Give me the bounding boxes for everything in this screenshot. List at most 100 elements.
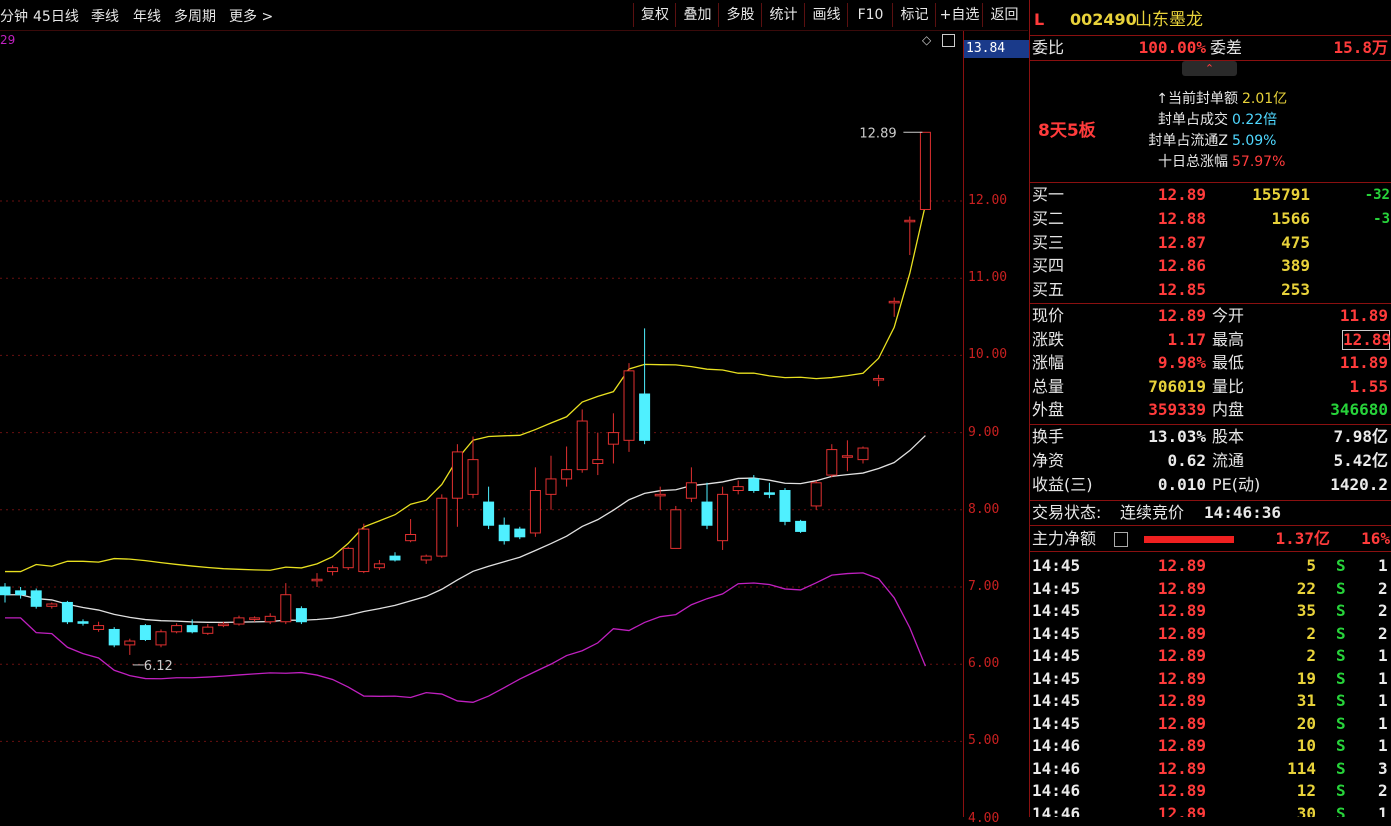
- candle-body: [436, 497, 448, 557]
- draw-line-button[interactable]: 画线: [804, 3, 848, 27]
- bid-price: 12.86: [1157, 256, 1206, 276]
- bid-volume: 389: [1281, 256, 1310, 276]
- candle-body: [405, 534, 417, 542]
- back-button[interactable]: 返回: [982, 3, 1026, 27]
- tab-minute[interactable]: 分钟: [0, 6, 28, 26]
- tick-row: 14:45 12.89 35 S 2: [1030, 600, 1391, 623]
- tick-volume: 114: [1287, 758, 1316, 778]
- chart-toolbar: 分钟 45日线 季线 年线 多周期 更多 > 复权 叠加 多股 统计 画线 F1…: [0, 0, 1028, 31]
- stat-label: 最高: [1212, 329, 1245, 349]
- stock-code: 002490: [1070, 10, 1137, 29]
- candle-body: [639, 393, 651, 441]
- bid-row[interactable]: 买二 12.88 1566 -3: [1030, 208, 1391, 230]
- tick-volume: 22: [1296, 578, 1316, 598]
- tick-price: 12.89: [1157, 713, 1206, 733]
- tick-count: 3: [1378, 758, 1388, 778]
- mark-button[interactable]: 标记: [892, 3, 936, 27]
- price-axis: 13.84 12.00 11.00 10.00 9.00 8.00 7.00 6.00 5.0…: [963, 31, 1030, 826]
- add-watchlist-button[interactable]: +自选: [935, 3, 983, 27]
- seal-label: 十日总涨幅: [1158, 154, 1228, 170]
- candle-body: [358, 528, 370, 573]
- candle-body: [685, 482, 697, 499]
- tick-row: 14:46 12.89 114 S 3: [1030, 758, 1391, 781]
- tick-side: S: [1336, 803, 1346, 818]
- low-annotation: 6.12: [144, 659, 173, 674]
- candle-body: [420, 555, 432, 561]
- seal-label: 封单占成交: [1158, 112, 1228, 128]
- stat-label: 总量: [1032, 376, 1065, 396]
- seal-label: 封单占流通Z: [1148, 133, 1228, 149]
- tick-row: 14:45 12.89 2 S 1: [1030, 645, 1391, 668]
- tick-count: 2: [1378, 578, 1388, 598]
- candle-body: [327, 567, 339, 573]
- stat-label: 量比: [1212, 376, 1245, 396]
- tick-time: 14:45: [1032, 556, 1081, 575]
- list-icon[interactable]: [1114, 532, 1128, 547]
- candle-body: [919, 131, 931, 210]
- stat-label: 涨幅: [1032, 353, 1065, 373]
- bid-row[interactable]: 买三 12.87 475: [1030, 232, 1391, 254]
- seal-value: 57.97%: [1232, 154, 1286, 170]
- f10-button[interactable]: F10: [847, 3, 893, 27]
- tick-price: 12.89: [1157, 623, 1206, 643]
- tick-side: S: [1336, 601, 1346, 620]
- stock-header: L 002490 山东墨龙: [1030, 8, 1391, 32]
- weicha-label: 委差: [1210, 38, 1243, 57]
- fuquan-button[interactable]: 复权: [633, 3, 676, 27]
- mid-band-line: [5, 435, 926, 624]
- candle-body: [389, 555, 401, 561]
- tab-45day[interactable]: 45日线: [33, 6, 79, 26]
- y-tick-label: 9.00: [968, 424, 1000, 440]
- candle-body: [280, 594, 292, 623]
- collapse-chevron-icon[interactable]: ⌃: [1182, 61, 1237, 76]
- bid-row[interactable]: 买五 12.85 253: [1030, 279, 1391, 301]
- tab-quarter[interactable]: 季线: [91, 6, 119, 26]
- fund-label: PE(动): [1212, 475, 1261, 494]
- candle-body: [373, 563, 385, 569]
- trade-status-value: 连续竞价: [1120, 503, 1185, 522]
- main-flow-row: 主力净额 1.37亿 16%: [1030, 528, 1391, 550]
- kline-chart[interactable]: 29 ◇ 12.89 6.12: [0, 31, 964, 817]
- y-tick-label: 8.00: [968, 501, 1000, 517]
- seal-label: ↑当前封单额: [1156, 91, 1238, 107]
- stock-name: 山东墨龙: [1135, 10, 1203, 30]
- candle-body: [732, 486, 744, 492]
- fund-value: 5.42亿: [1333, 451, 1388, 470]
- trade-time: 14:46:36: [1204, 503, 1282, 522]
- tick-count: 1: [1378, 736, 1388, 755]
- tick-side: S: [1336, 556, 1346, 575]
- candle-body: [30, 590, 42, 607]
- multi-stock-button[interactable]: 多股: [718, 3, 762, 27]
- y-tick-label: 6.00: [968, 656, 1000, 672]
- stat-label: 涨跌: [1032, 329, 1065, 349]
- bid-price: 12.87: [1157, 232, 1206, 252]
- bid-row[interactable]: 买四 12.86 389: [1030, 255, 1391, 277]
- stat-label: 今开: [1212, 306, 1245, 325]
- tick-count: 2: [1378, 601, 1388, 620]
- stat-value: 1.55: [1349, 376, 1388, 396]
- tab-more[interactable]: 更多 >: [229, 6, 273, 26]
- candle-body: [108, 628, 120, 646]
- tab-multi-period[interactable]: 多周期: [174, 6, 216, 26]
- bid-price: 12.85: [1157, 280, 1206, 300]
- tick-side: S: [1336, 713, 1346, 733]
- statistics-button[interactable]: 统计: [761, 3, 805, 27]
- bid-row[interactable]: 买一 12.89 155791 -32: [1030, 184, 1391, 206]
- tab-year[interactable]: 年线: [133, 6, 161, 26]
- tick-price: 12.89: [1157, 758, 1206, 778]
- quote-panel: L 002490 山东墨龙 委比 100.00% 委差 15.8万 ⌃ 8天5板…: [1029, 0, 1391, 817]
- candle-body: [779, 490, 791, 522]
- tick-volume: 30: [1296, 803, 1316, 818]
- overlay-button[interactable]: 叠加: [675, 3, 719, 27]
- tick-time: 14:46: [1032, 781, 1081, 800]
- current-price-tag: 13.84: [964, 40, 1030, 58]
- tick-time: 14:45: [1032, 668, 1081, 688]
- candle-body: [576, 420, 588, 471]
- tick-list[interactable]: 14:45 12.89 5 S 1 14:45 12.89 22 S 2 14:45 12.89 35 S…: [1030, 555, 1391, 817]
- tick-time: 14:46: [1032, 758, 1081, 778]
- weibi-value: 100.00%: [1138, 38, 1206, 57]
- tick-price: 12.89: [1157, 781, 1206, 800]
- tick-count: 2: [1378, 623, 1388, 643]
- candle-body: [342, 547, 354, 569]
- bid-label: 买三: [1032, 232, 1065, 252]
